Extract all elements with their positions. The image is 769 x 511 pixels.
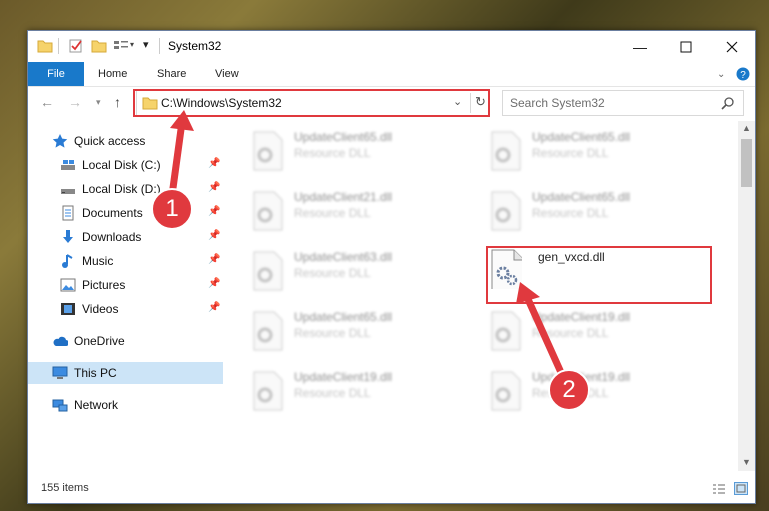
callout-arrows bbox=[166, 110, 572, 390]
callout-badge-one: 1 bbox=[151, 188, 193, 230]
arrow-one-head bbox=[170, 110, 194, 131]
callout-badge-two: 2 bbox=[548, 369, 590, 411]
